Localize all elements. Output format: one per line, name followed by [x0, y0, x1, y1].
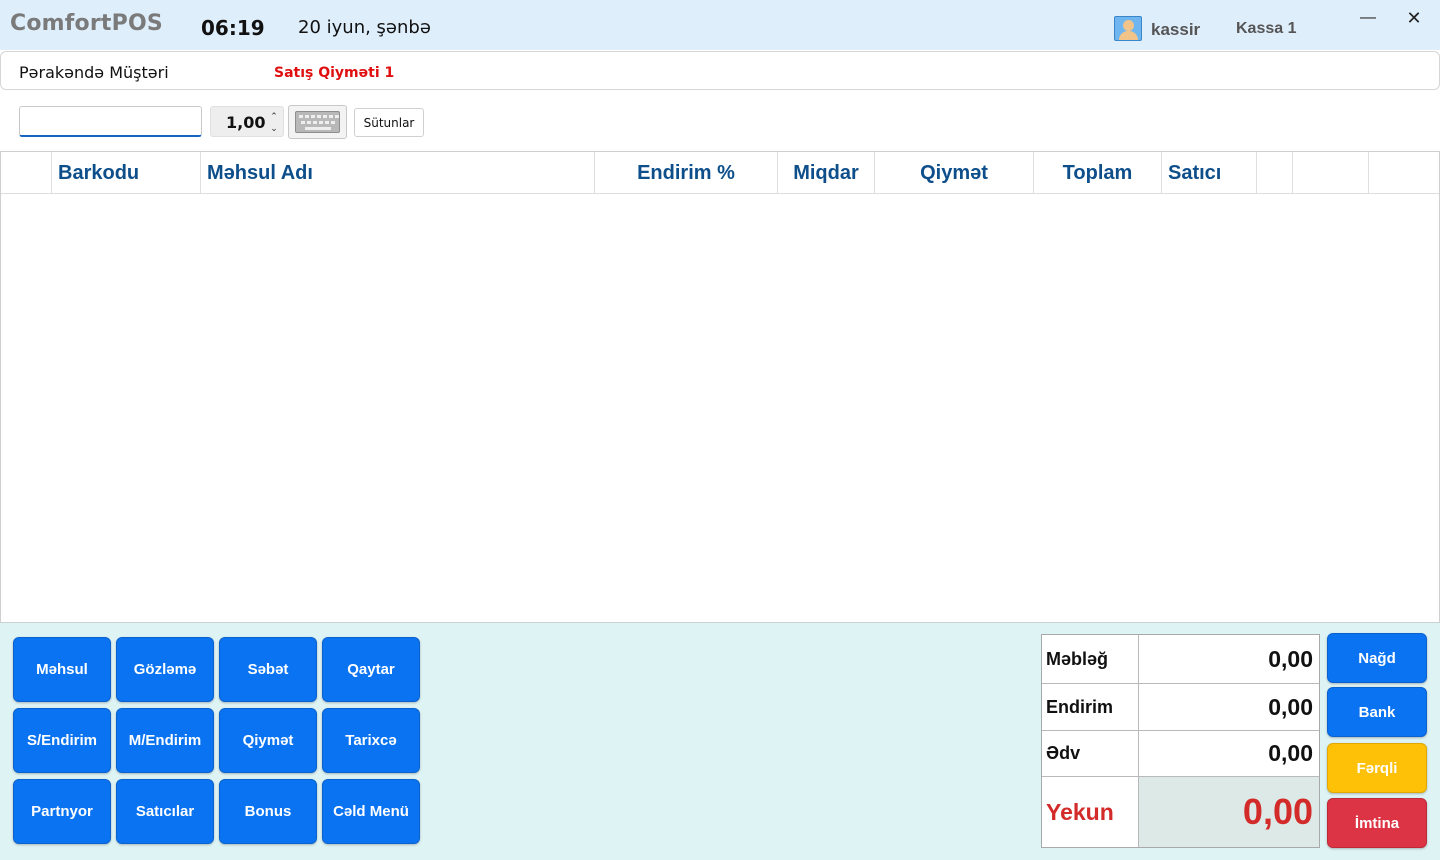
- keyboard-icon: [295, 111, 340, 133]
- date: 20 iyun, şənbə: [298, 17, 431, 38]
- column-header-extra-2[interactable]: [1293, 152, 1369, 194]
- totals-row-amount: Məbləğ 0,00: [1042, 635, 1319, 684]
- column-header-select[interactable]: [1, 152, 52, 194]
- columns-button[interactable]: Sütunlar: [354, 108, 424, 137]
- history-button[interactable]: Tarixcə: [322, 708, 420, 773]
- column-header-seller[interactable]: Satıcı: [1162, 152, 1257, 194]
- totals-row-discount: Endirim 0,00: [1042, 684, 1319, 731]
- grid-header: Barkodu Məhsul Adı Endirim % Miqdar Qiym…: [1, 152, 1439, 194]
- amount-label: Məbləğ: [1042, 635, 1139, 683]
- sellers-button[interactable]: Satıcılar: [116, 779, 214, 844]
- partner-button[interactable]: Partnyor: [13, 779, 111, 844]
- user-name: kassir: [1151, 20, 1201, 39]
- app-title: ComfortPOS: [10, 11, 163, 36]
- title-bar: ComfortPOS 06:19 20 iyun, şənbə kassir K…: [0, 0, 1440, 50]
- column-header-total[interactable]: Toplam: [1034, 152, 1162, 194]
- vat-label: Ədv: [1042, 731, 1139, 776]
- totals-row-final: Yekun 0,00: [1042, 777, 1319, 847]
- product-button[interactable]: Məhsul: [13, 637, 111, 702]
- sale-discount-button[interactable]: S/Endirim: [13, 708, 111, 773]
- discount-value: 0,00: [1268, 693, 1313, 720]
- discount-label: Endirim: [1042, 684, 1139, 730]
- sales-grid[interactable]: Barkodu Məhsul Adı Endirim % Miqdar Qiym…: [0, 151, 1440, 623]
- amount-value: 0,00: [1268, 645, 1313, 672]
- chevron-down-icon[interactable]: ⌄: [267, 122, 281, 134]
- customer-name[interactable]: Pərakəndə Müştəri: [19, 63, 169, 82]
- column-header-extra-3[interactable]: [1369, 152, 1439, 194]
- bonus-button[interactable]: Bonus: [219, 779, 317, 844]
- column-header-product-name[interactable]: Məhsul Adı: [201, 152, 595, 194]
- column-header-discount[interactable]: Endirim %: [595, 152, 778, 194]
- totals-panel: Məbləğ 0,00 Endirim 0,00 Ədv 0,00 Yekun …: [1041, 634, 1320, 848]
- close-button[interactable]: ✕: [1399, 6, 1429, 30]
- minimize-button[interactable]: —: [1353, 6, 1383, 30]
- mixed-payment-button[interactable]: Fərqli: [1327, 743, 1427, 793]
- cancel-button[interactable]: İmtina: [1327, 798, 1427, 848]
- bank-button[interactable]: Bank: [1327, 687, 1427, 737]
- vat-value: 0,00: [1268, 740, 1313, 766]
- quantity-value[interactable]: 1,00: [226, 113, 265, 132]
- customer-bar: Pərakəndə Müştəri Satış Qiyməti 1: [0, 51, 1440, 90]
- column-header-extra-1[interactable]: [1257, 152, 1293, 194]
- total-label: Yekun: [1042, 777, 1139, 847]
- clock: 06:19: [201, 16, 265, 40]
- register-name: Kassa 1: [1236, 20, 1297, 37]
- quantity-stepper[interactable]: 1,00 ⌃ ⌄: [210, 106, 284, 137]
- basket-button[interactable]: Səbət: [219, 637, 317, 702]
- column-header-quantity[interactable]: Miqdar: [778, 152, 875, 194]
- hold-button[interactable]: Gözləmə: [116, 637, 214, 702]
- quick-menu-button[interactable]: Cəld Menü: [322, 779, 420, 844]
- price-level[interactable]: Satış Qiyməti 1: [274, 65, 394, 81]
- column-header-barcode[interactable]: Barkodu: [52, 152, 201, 194]
- keyboard-button[interactable]: [288, 105, 347, 139]
- totals-row-vat: Ədv 0,00: [1042, 731, 1319, 777]
- return-button[interactable]: Qaytar: [322, 637, 420, 702]
- column-header-price[interactable]: Qiymət: [875, 152, 1034, 194]
- total-value: 0,00: [1139, 777, 1319, 847]
- chevron-up-icon[interactable]: ⌃: [267, 110, 281, 122]
- user-avatar-icon: [1114, 16, 1142, 41]
- price-button[interactable]: Qiymət: [219, 708, 317, 773]
- barcode-input[interactable]: [19, 106, 202, 137]
- product-discount-button[interactable]: M/Endirim: [116, 708, 214, 773]
- cash-button[interactable]: Nağd: [1327, 633, 1427, 683]
